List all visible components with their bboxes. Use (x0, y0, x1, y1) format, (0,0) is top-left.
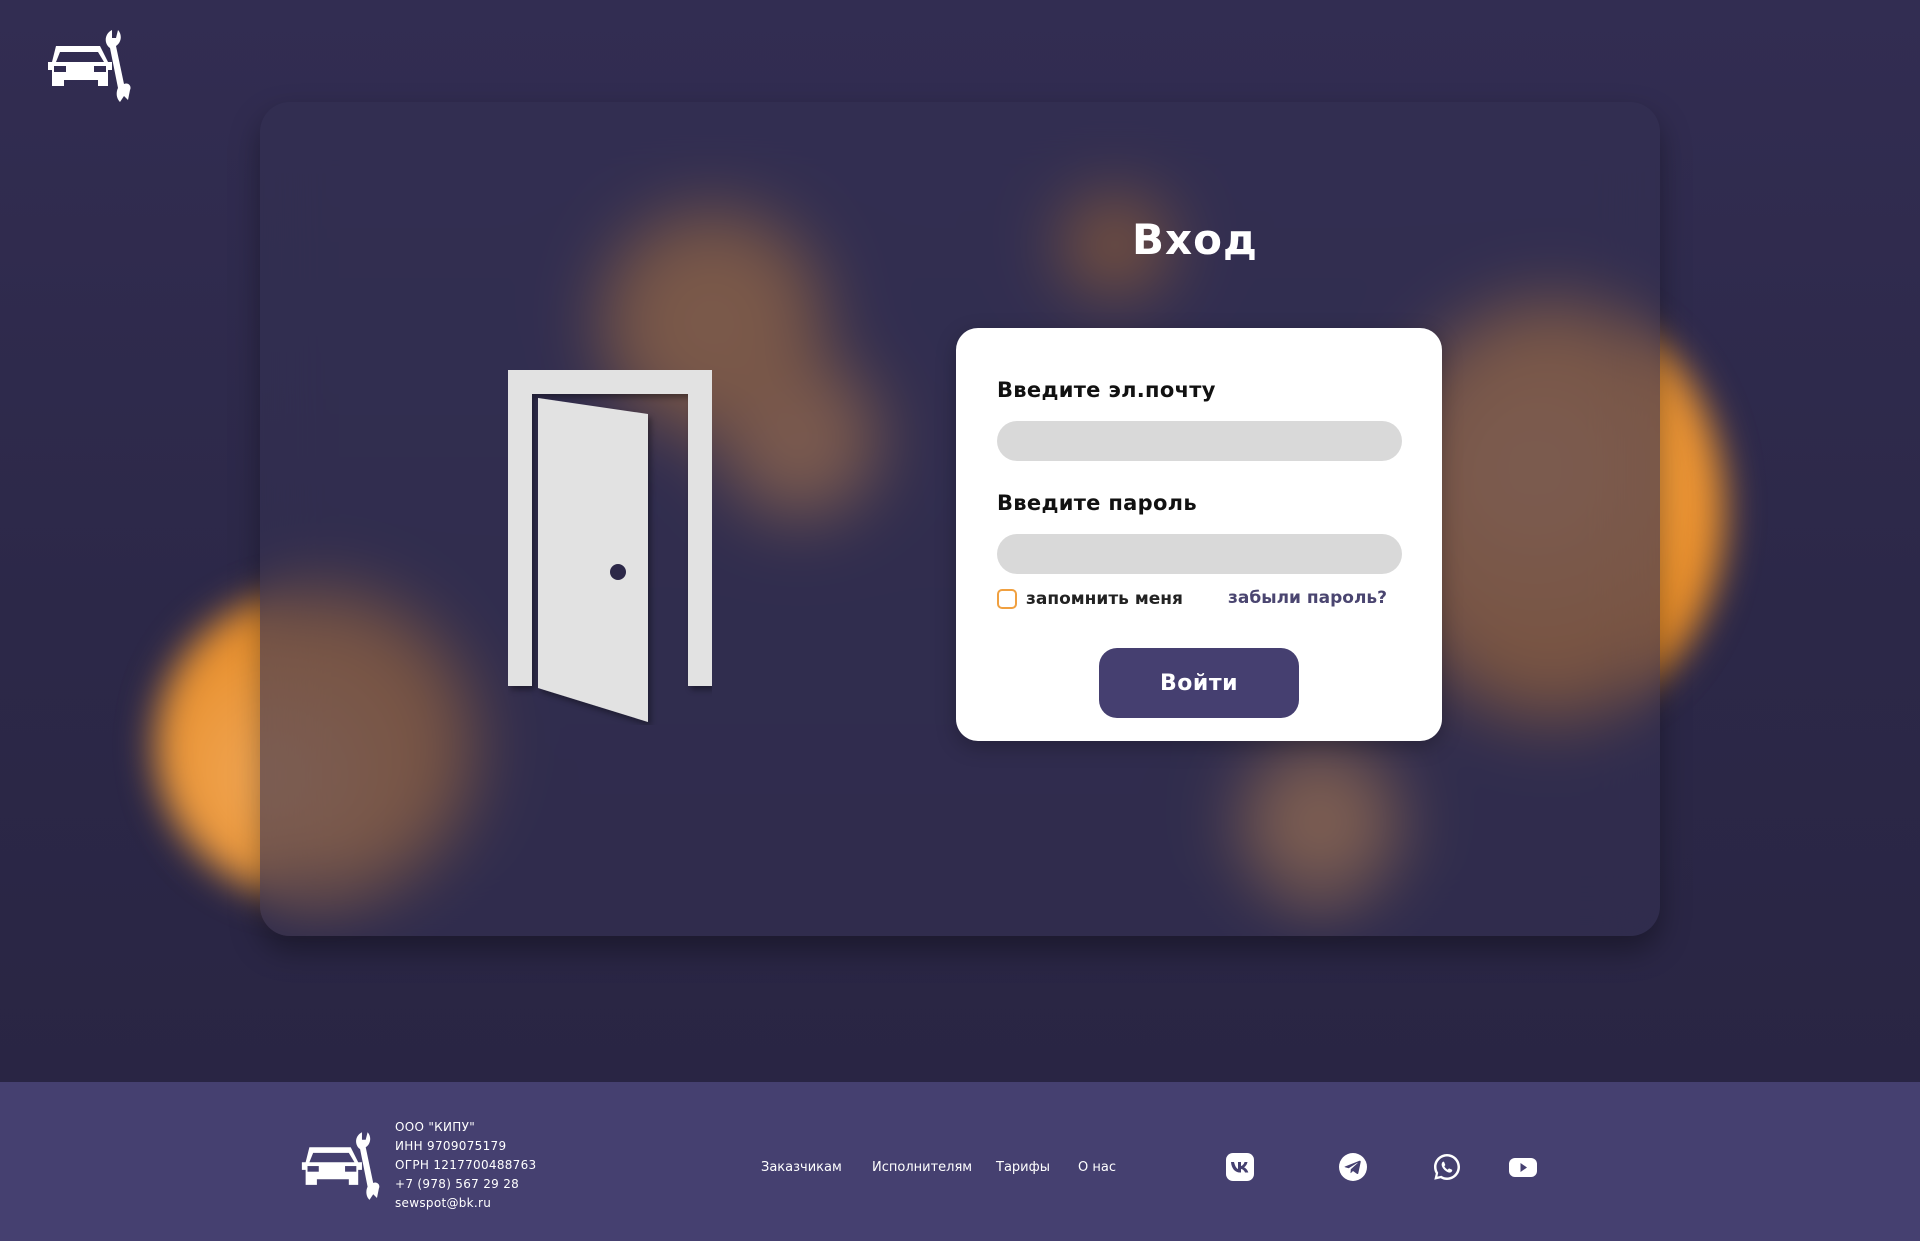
company-inn: ИНН 9709075179 (395, 1139, 507, 1153)
vk-icon[interactable] (1225, 1152, 1255, 1182)
footer-nav-performers[interactable]: Исполнителям (872, 1160, 972, 1175)
email-input[interactable] (997, 421, 1402, 461)
company-phone: +7 (978) 567 29 28 (395, 1177, 520, 1191)
telegram-icon[interactable] (1338, 1152, 1368, 1182)
email-label: Введите эл.почту (997, 378, 1216, 402)
open-door-icon (508, 370, 712, 722)
logo-car-wrench-icon[interactable] (46, 28, 144, 106)
footer-nav-customers[interactable]: Заказчикам (761, 1160, 842, 1175)
whatsapp-icon[interactable] (1432, 1152, 1462, 1182)
company-email: sewspot@bk.ru (395, 1196, 492, 1210)
logo-car-wrench-icon[interactable] (300, 1128, 392, 1206)
forgot-password-link[interactable]: забыли пароль? (1228, 588, 1387, 608)
password-input[interactable] (997, 534, 1402, 574)
login-form: Введите эл.почту Введите пароль запомнит… (956, 328, 1442, 741)
remember-checkbox[interactable] (997, 589, 1017, 609)
company-ogrn: ОГРН 1217700488763 (395, 1158, 537, 1172)
remember-label: запомнить меня (1026, 589, 1183, 609)
password-label: Введите пароль (997, 491, 1197, 515)
footer-nav-about[interactable]: О нас (1078, 1160, 1116, 1175)
company-name: ООО "КИПУ" (395, 1120, 476, 1134)
youtube-icon[interactable] (1508, 1152, 1538, 1182)
footer-nav-tariffs[interactable]: Тарифы (996, 1160, 1050, 1175)
company-info: ООО "КИПУ" ИНН 9709075179 ОГРН 121770048… (395, 1118, 537, 1213)
remember-me[interactable]: запомнить меня (997, 588, 1183, 610)
footer: ООО "КИПУ" ИНН 9709075179 ОГРН 121770048… (0, 1082, 1920, 1241)
page-title: Вход (1132, 215, 1258, 264)
login-button[interactable]: Войти (1099, 648, 1299, 718)
